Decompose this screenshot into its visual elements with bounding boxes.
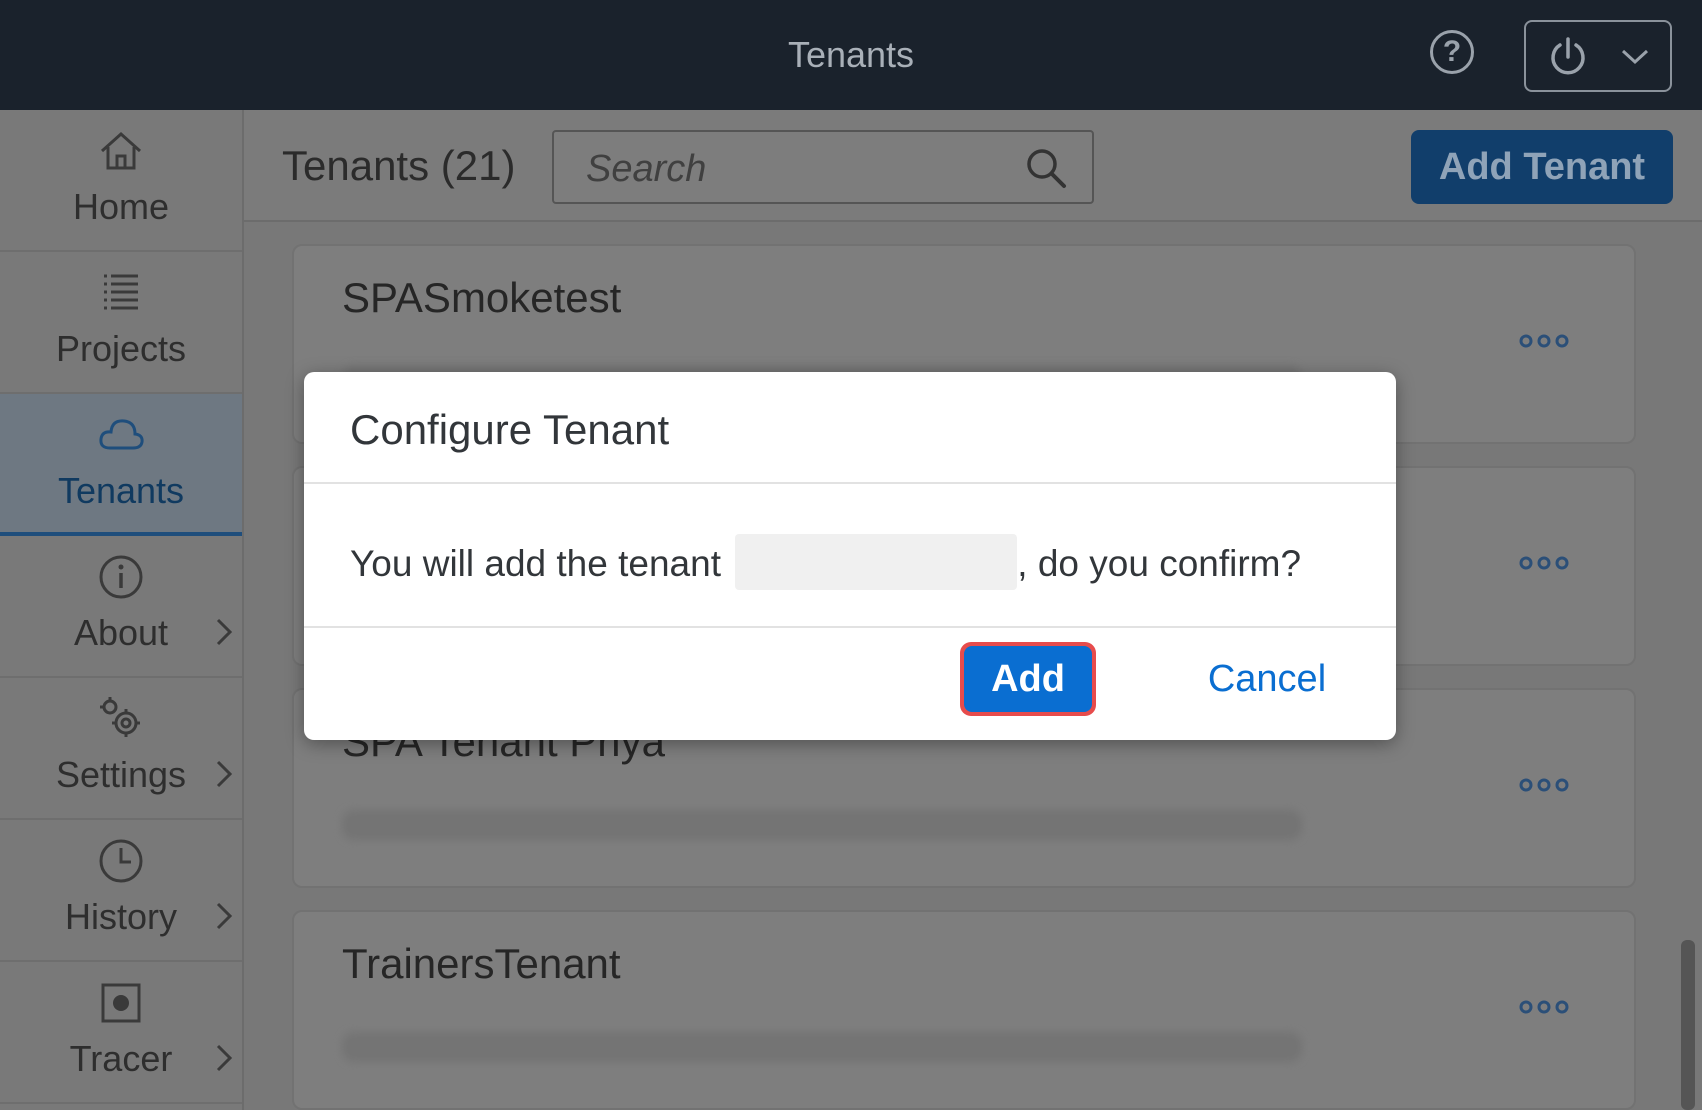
sidebar-item-label: History [64, 896, 177, 937]
more-options-icon[interactable] [1518, 998, 1570, 1016]
dialog-header: Configure Tenant [304, 372, 1396, 484]
chevron-right-icon [216, 902, 233, 930]
sidebar-item-about[interactable]: About [0, 536, 242, 678]
cloud-icon [99, 419, 144, 450]
more-options-icon[interactable] [1518, 332, 1570, 350]
sidebar-item-tenants[interactable]: Tenants [0, 394, 242, 536]
tenant-name: SPASmoketest [342, 274, 622, 321]
sidebar-item-settings[interactable]: Settings [0, 678, 242, 820]
add-button[interactable]: Add [968, 650, 1088, 708]
shell-bar: Tenants ? [0, 0, 1702, 110]
sidebar-item-history[interactable]: History [0, 820, 242, 962]
chevron-right-icon [216, 760, 233, 788]
page-title: Tenants (21) [282, 142, 516, 189]
settings-icon [100, 697, 140, 737]
add-tenant-button[interactable]: Add Tenant [1411, 130, 1673, 204]
more-options-icon[interactable] [1518, 776, 1570, 794]
dialog-message: You will add the tenant , do you confirm… [350, 534, 1301, 590]
side-navigation: Home Projects Tenants About Settings His… [0, 110, 244, 1110]
message-prefix: You will add the tenant [350, 543, 721, 584]
sidebar-item-label: Tracer [69, 1038, 173, 1079]
power-menu-button[interactable] [1524, 20, 1672, 92]
chevron-right-icon [216, 1044, 233, 1072]
message-suffix: , do you confirm? [1017, 543, 1302, 584]
list-icon [104, 274, 138, 310]
search-field[interactable] [552, 130, 1094, 204]
scrollbar-thumb[interactable] [1681, 940, 1695, 1110]
sidebar-item-label: Home [72, 186, 170, 227]
tenant-card[interactable]: TrainersTenant [292, 910, 1636, 1110]
chevron-down-icon [1621, 49, 1649, 65]
info-icon [99, 555, 143, 599]
sidebar-item-projects[interactable]: Projects [0, 252, 242, 394]
redacted-tenant-name [735, 534, 1018, 590]
search-icon[interactable] [1024, 146, 1068, 190]
more-options-icon[interactable] [1518, 554, 1570, 572]
redacted-url [342, 810, 1302, 840]
redacted-url [342, 1032, 1302, 1062]
app-window: Tenants ? Home Projects Tenants About Se… [0, 0, 1702, 1110]
clock-icon [99, 839, 143, 883]
power-icon [1551, 37, 1585, 75]
dialog-title: Configure Tenant [350, 406, 670, 453]
sidebar-item-home[interactable]: Home [0, 110, 242, 252]
sidebar-item-label: Tenants [57, 470, 185, 511]
tenant-name: TrainersTenant [342, 940, 621, 987]
search-input[interactable] [584, 146, 1008, 192]
home-icon [100, 131, 142, 170]
sidebar-item-label: About [73, 612, 169, 653]
chevron-right-icon [216, 618, 233, 646]
sidebar-item-tracer[interactable]: Tracer [0, 962, 242, 1104]
dialog-body: You will add the tenant , do you confirm… [304, 484, 1396, 628]
sidebar-item-label: Settings [55, 754, 187, 795]
cancel-button[interactable]: Cancel [1182, 650, 1352, 708]
record-icon [101, 983, 141, 1023]
list-toolbar: Tenants (21) Add Tenant [244, 110, 1702, 222]
help-icon[interactable]: ? [1430, 30, 1474, 74]
sidebar-item-label: Projects [55, 328, 187, 369]
configure-tenant-dialog: Configure Tenant You will add the tenant… [304, 372, 1396, 740]
